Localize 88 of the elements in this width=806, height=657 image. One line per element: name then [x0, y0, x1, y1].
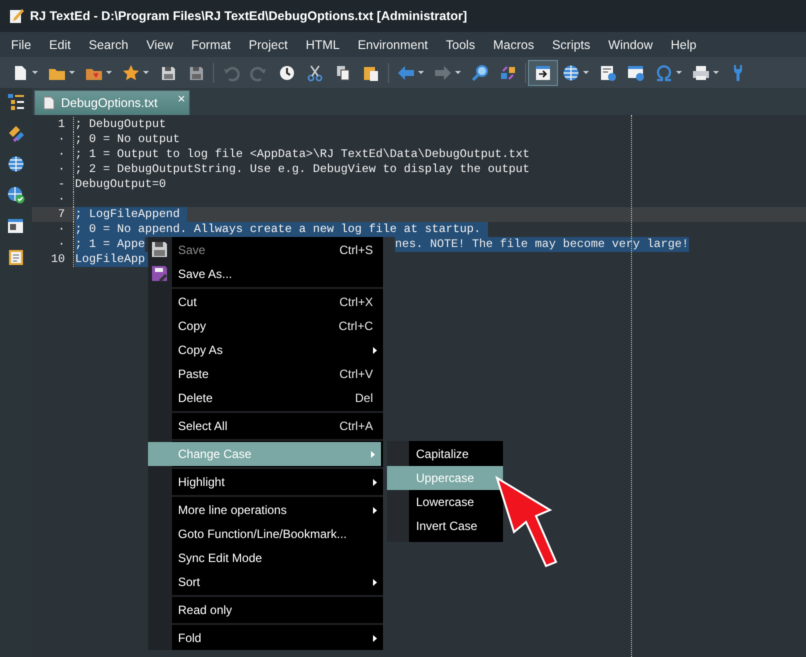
line-number: · — [57, 237, 66, 252]
swap-icon — [499, 64, 517, 82]
menu-item[interactable]: Fold — [148, 626, 383, 650]
menu-item[interactable]: Sync Edit Mode — [148, 546, 383, 570]
notepad-icon — [8, 8, 24, 24]
file-tab[interactable]: DebugOptions.txt × — [34, 90, 190, 115]
menu-item[interactable]: Tools — [438, 38, 482, 52]
globe-icon — [562, 64, 580, 82]
cut-icon — [306, 64, 324, 82]
list-icon[interactable] — [7, 93, 25, 111]
copy-icon — [334, 64, 352, 82]
menu-item[interactable]: Environment — [350, 38, 435, 52]
dropdown-caret-icon — [143, 71, 149, 74]
globe-icon[interactable] — [7, 155, 25, 173]
back-arrow-icon — [397, 64, 415, 82]
menu-item[interactable]: Format — [184, 38, 238, 52]
submenu-item[interactable]: Capitalize — [387, 442, 503, 466]
line-number: - — [57, 177, 66, 192]
save-icon — [151, 241, 168, 258]
dropdown-caret-icon — [32, 71, 38, 74]
line-number: 10 — [50, 252, 66, 267]
dropdown-caret-icon — [69, 71, 75, 74]
submenu-arrow-icon — [371, 451, 375, 458]
dropdown-caret-icon — [583, 71, 589, 74]
document-icon — [43, 96, 55, 110]
search-icon — [471, 64, 489, 82]
panel-icon — [534, 64, 552, 82]
menu-item[interactable]: Search — [82, 38, 136, 52]
code-line: ; 2 = DebugOutputString. Use e.g. DebugView to display the output — [75, 162, 530, 177]
code-line: ; 0 = No output — [75, 132, 180, 147]
code-line: ; DebugOutput — [75, 117, 166, 132]
submenu-item[interactable]: Lowercase — [387, 490, 503, 514]
line-number: · — [57, 192, 66, 207]
menu-item[interactable]: Goto Function/Line/Bookmark... — [148, 522, 383, 546]
star-icon — [122, 64, 140, 82]
menu-item[interactable]: File — [4, 38, 38, 52]
web-window-icon — [627, 64, 645, 82]
line-number: · — [57, 222, 66, 237]
forward-arrow-icon — [434, 64, 452, 82]
dropdown-caret-icon — [106, 71, 112, 74]
dropdown-caret-icon — [676, 71, 682, 74]
printer-icon — [692, 64, 710, 82]
menu-item[interactable]: HTML — [298, 38, 347, 52]
menu-item[interactable]: Sort — [148, 570, 383, 594]
menu-item[interactable]: View — [139, 38, 180, 52]
menu-item[interactable]: Help — [664, 38, 704, 52]
close-icon[interactable]: × — [178, 91, 186, 106]
toolbar-button[interactable] — [529, 60, 557, 84]
clipboard-icon[interactable] — [7, 248, 25, 266]
menu-item[interactable]: Copy As — [148, 338, 383, 362]
line-number: · — [57, 162, 66, 177]
submenu-arrow-icon — [373, 347, 377, 354]
menu-item[interactable]: Project — [242, 38, 295, 52]
globe-check-icon[interactable] — [7, 186, 25, 204]
menu-item[interactable]: More line operations — [148, 498, 383, 522]
menu-item[interactable]: Read only — [148, 598, 383, 622]
menu-item[interactable]: Select All Ctrl+A — [148, 414, 383, 438]
menu-item[interactable]: Highlight — [148, 470, 383, 494]
menu-item[interactable]: Cut Ctrl+X — [148, 290, 383, 314]
submenu-arrow-icon — [373, 635, 377, 642]
code-line: DebugOutput=0 — [75, 177, 166, 192]
menu-item[interactable]: Macros — [486, 38, 542, 52]
omega-icon — [655, 64, 673, 82]
window-title: RJ TextEd - D:\Program Files\RJ TextEd\DebugOptions.txt [Administrator] — [30, 9, 468, 23]
submenu-arrow-icon — [373, 507, 377, 514]
tab-label: DebugOptions.txt — [61, 96, 158, 110]
window-icon[interactable] — [7, 217, 25, 235]
menu-item[interactable]: Scripts — [545, 38, 598, 52]
web-document-icon — [599, 64, 617, 82]
dropdown-caret-icon — [713, 71, 719, 74]
line-number: 7 — [57, 207, 66, 222]
line-number: · — [57, 132, 66, 147]
line-number: 1 — [57, 117, 66, 132]
menu-item[interactable]: Edit — [42, 38, 78, 52]
code-line: ; 1 = Output to log file <AppData>\RJ TextEd\Data\DebugOutput.txt — [75, 147, 530, 162]
submenu-arrow-icon — [373, 479, 377, 486]
submenu-arrow-icon — [373, 579, 377, 586]
save-as-icon — [151, 265, 168, 282]
dropdown-caret-icon — [418, 71, 424, 74]
dropdown-caret-icon — [455, 71, 461, 74]
tags-icon[interactable] — [7, 124, 25, 142]
line-number: · — [57, 147, 66, 162]
menu-item[interactable]: Paste Ctrl+V — [148, 362, 383, 386]
menu-item[interactable]: Copy Ctrl+C — [148, 314, 383, 338]
menu-item[interactable]: Window — [601, 38, 660, 52]
clock-icon — [278, 64, 296, 82]
menu-item[interactable]: Delete Del — [148, 386, 383, 410]
submenu-item[interactable]: Invert Case — [387, 514, 503, 538]
